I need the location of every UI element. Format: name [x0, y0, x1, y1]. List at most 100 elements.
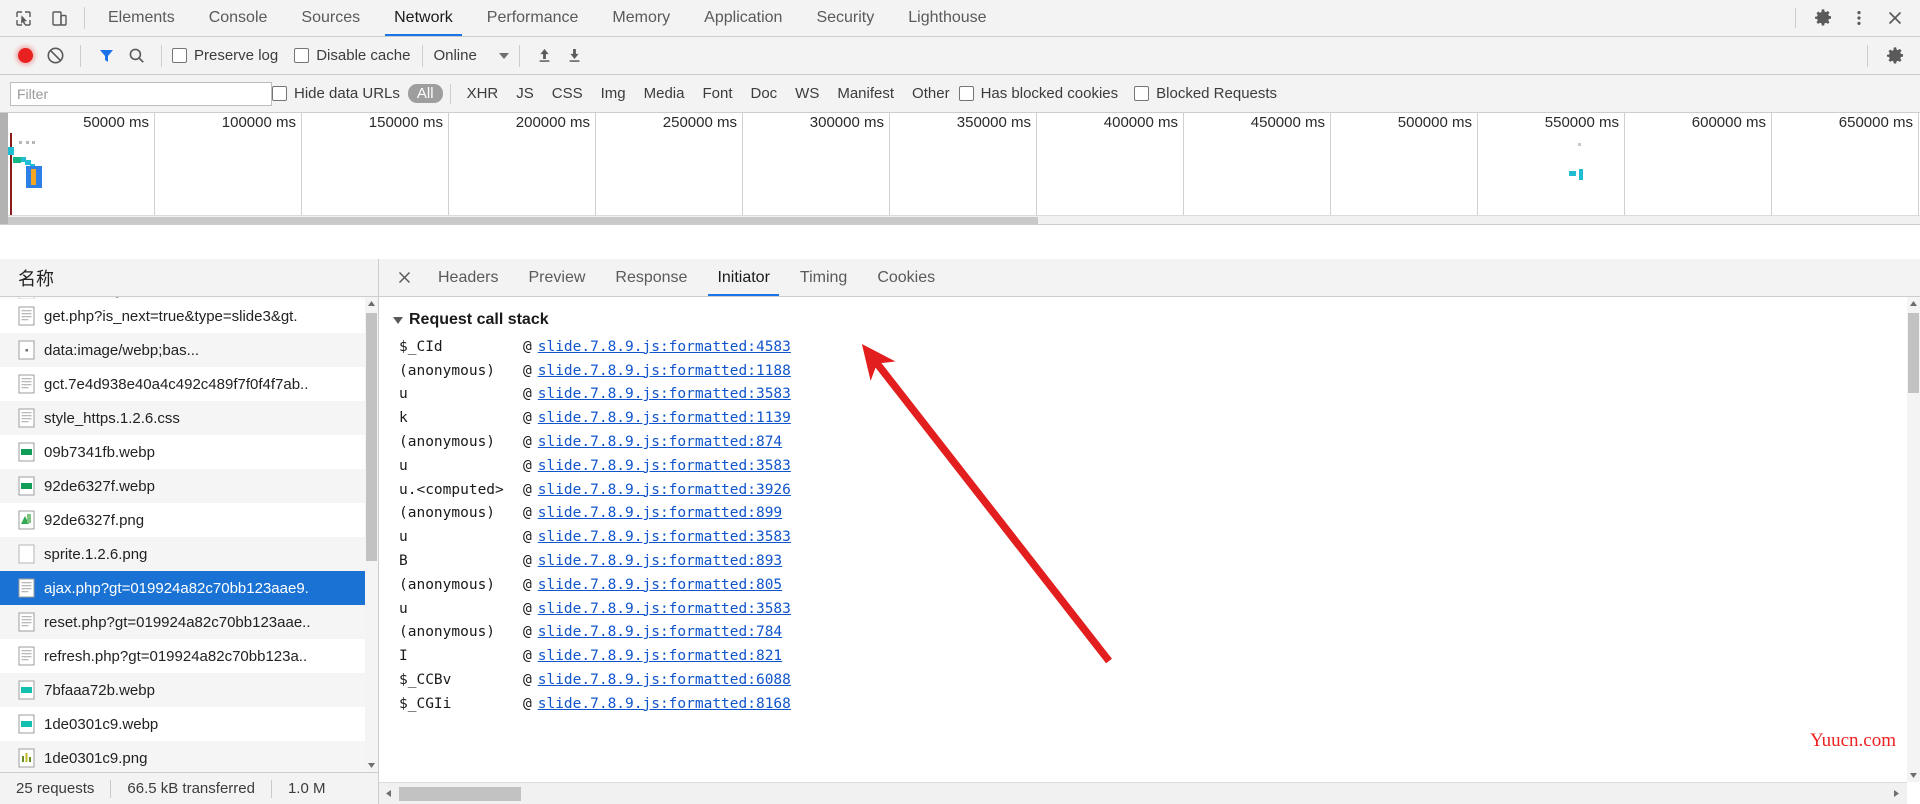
filter-type-img[interactable]: Img — [592, 84, 635, 103]
call-stack-source-link[interactable]: slide.7.8.9.js:formatted:1139 — [538, 410, 791, 426]
list-item[interactable]: data:image/webp;bas... — [0, 333, 378, 367]
call-stack-source-link[interactable]: slide.7.8.9.js:formatted:805 — [538, 577, 782, 593]
scroll-up-arrow-icon[interactable] — [365, 297, 378, 310]
tab-memory[interactable]: Memory — [595, 0, 687, 36]
list-item[interactable]: slide.7.8.9.js — [0, 297, 378, 299]
tab-application[interactable]: Application — [687, 0, 799, 36]
network-overview-timeline[interactable]: 50000 ms 100000 ms 150000 ms 200000 ms 2… — [0, 113, 1920, 225]
filter-type-doc[interactable]: Doc — [741, 84, 786, 103]
gear-icon[interactable] — [1806, 1, 1840, 35]
list-item[interactable]: 1de0301c9.webp — [0, 707, 378, 741]
filter-type-other[interactable]: Other — [903, 84, 959, 103]
close-icon[interactable] — [385, 259, 423, 296]
tab-cookies[interactable]: Cookies — [862, 259, 950, 296]
search-input[interactable] — [10, 81, 272, 106]
list-item[interactable]: get.php?is_next=true&type=slide3&gt. — [0, 299, 378, 333]
detail-vertical-scrollbar[interactable] — [1907, 297, 1920, 782]
gear-icon[interactable] — [1878, 39, 1912, 73]
tab-performance[interactable]: Performance — [470, 0, 596, 36]
funnel-filter-icon[interactable] — [91, 41, 121, 71]
call-stack-source-link[interactable]: slide.7.8.9.js:formatted:6088 — [538, 672, 791, 688]
list-item[interactable]: 92de6327f.png — [0, 503, 378, 537]
close-icon[interactable] — [1878, 1, 1912, 35]
requests-column-header[interactable]: 名称 — [0, 259, 378, 297]
call-stack-source-link[interactable]: slide.7.8.9.js:formatted:3926 — [538, 482, 791, 498]
list-item[interactable]: 7bfaaa72b.webp — [0, 673, 378, 707]
clear-no-entry-icon[interactable] — [40, 41, 70, 71]
triangle-down-icon[interactable] — [393, 316, 403, 324]
hide-data-urls-checkbox[interactable]: Hide data URLs — [272, 85, 400, 102]
tab-headers[interactable]: Headers — [423, 259, 513, 296]
search-icon[interactable] — [121, 41, 151, 71]
call-stack-function: u — [399, 457, 408, 474]
doc-file-icon — [18, 612, 35, 632]
record-dot-icon[interactable] — [10, 41, 40, 71]
filter-type-js[interactable]: JS — [507, 84, 543, 103]
tab-sources[interactable]: Sources — [284, 0, 377, 36]
call-stack-source-link[interactable]: slide.7.8.9.js:formatted:4583 — [538, 339, 791, 355]
scroll-down-arrow-icon[interactable] — [1907, 769, 1920, 782]
scroll-left-arrow-icon[interactable] — [379, 789, 397, 798]
tab-initiator[interactable]: Initiator — [702, 259, 784, 296]
tab-timing[interactable]: Timing — [785, 259, 862, 296]
overview-horizontal-scrollbar[interactable] — [8, 215, 1920, 224]
blocked-requests-checkbox[interactable]: Blocked Requests — [1134, 85, 1277, 102]
filter-type-manifest[interactable]: Manifest — [828, 84, 903, 103]
scroll-down-arrow-icon[interactable] — [365, 759, 378, 772]
tab-preview[interactable]: Preview — [513, 259, 600, 296]
overview-scrollbar-thumb[interactable] — [8, 217, 1038, 224]
call-stack-source-link[interactable]: slide.7.8.9.js:formatted:3583 — [538, 386, 791, 402]
filter-type-all[interactable]: All — [407, 84, 443, 103]
scroll-up-arrow-icon[interactable] — [1907, 297, 1920, 310]
call-stack-source-link[interactable]: slide.7.8.9.js:formatted:3583 — [538, 458, 791, 474]
tab-elements[interactable]: Elements — [91, 0, 192, 36]
request-call-stack-header[interactable]: Request call stack — [379, 307, 1920, 333]
has-blocked-cookies-checkbox[interactable]: Has blocked cookies — [958, 85, 1118, 102]
arrow-down-export-icon[interactable] — [560, 41, 590, 71]
overview-left-handle[interactable] — [0, 113, 8, 224]
scrollbar-thumb[interactable] — [399, 787, 521, 801]
list-item[interactable]: style_https.1.2.6.css — [0, 401, 378, 435]
filter-type-xhr[interactable]: XHR — [458, 84, 508, 103]
tab-lighthouse[interactable]: Lighthouse — [891, 0, 1003, 36]
call-stack-source-link[interactable]: slide.7.8.9.js:formatted:784 — [538, 624, 782, 640]
call-stack-source-link[interactable]: slide.7.8.9.js:formatted:1188 — [538, 363, 791, 379]
arrow-up-import-icon[interactable] — [530, 41, 560, 71]
scrollbar-thumb[interactable] — [366, 313, 377, 561]
requests-list[interactable]: slide.7.8.9.js get.php?is_next=true&type… — [0, 297, 378, 772]
filter-type-media[interactable]: Media — [635, 84, 694, 103]
preserve-log-checkbox[interactable]: Preserve log — [172, 47, 278, 64]
call-stack-source-link[interactable]: slide.7.8.9.js:formatted:893 — [538, 553, 782, 569]
scroll-right-arrow-icon[interactable] — [1887, 789, 1905, 798]
call-stack-source-link[interactable]: slide.7.8.9.js:formatted:8168 — [538, 696, 791, 712]
cursor-select-icon[interactable] — [10, 5, 36, 31]
tab-network[interactable]: Network — [377, 0, 470, 36]
disable-cache-checkbox[interactable]: Disable cache — [294, 47, 410, 64]
tab-console[interactable]: Console — [192, 0, 285, 36]
list-item[interactable]: sprite.1.2.6.png — [0, 537, 378, 571]
call-stack-source-link[interactable]: slide.7.8.9.js:formatted:3583 — [538, 601, 791, 617]
filter-type-font[interactable]: Font — [693, 84, 741, 103]
list-item[interactable]: gct.7e4d938e40a4c492c489f7f0f4f7ab.. — [0, 367, 378, 401]
requests-vertical-scrollbar[interactable] — [365, 297, 378, 772]
filter-type-ws[interactable]: WS — [786, 84, 828, 103]
tab-response[interactable]: Response — [600, 259, 702, 296]
js-file-icon — [18, 297, 35, 299]
list-item[interactable]: 92de6327f.webp — [0, 469, 378, 503]
device-toolbar-icon[interactable] — [46, 5, 72, 31]
list-item[interactable]: 09b7341fb.webp — [0, 435, 378, 469]
call-stack-source-link[interactable]: slide.7.8.9.js:formatted:821 — [538, 648, 782, 664]
tab-security[interactable]: Security — [799, 0, 891, 36]
throttling-select[interactable]: Online — [433, 47, 509, 64]
detail-horizontal-scrollbar[interactable] — [379, 782, 1907, 804]
more-vertical-icon[interactable] — [1842, 1, 1876, 35]
list-item[interactable]: reset.php?gt=019924a82c70bb123aae.. — [0, 605, 378, 639]
list-item[interactable]: 1de0301c9.png — [0, 741, 378, 772]
call-stack-source-link[interactable]: slide.7.8.9.js:formatted:899 — [538, 505, 782, 521]
list-item-selected[interactable]: ajax.php?gt=019924a82c70bb123aae9. — [0, 571, 378, 605]
call-stack-source-link[interactable]: slide.7.8.9.js:formatted:874 — [538, 434, 782, 450]
scrollbar-thumb[interactable] — [1908, 313, 1919, 393]
filter-type-css[interactable]: CSS — [543, 84, 592, 103]
call-stack-source-link[interactable]: slide.7.8.9.js:formatted:3583 — [538, 529, 791, 545]
list-item[interactable]: refresh.php?gt=019924a82c70bb123a.. — [0, 639, 378, 673]
